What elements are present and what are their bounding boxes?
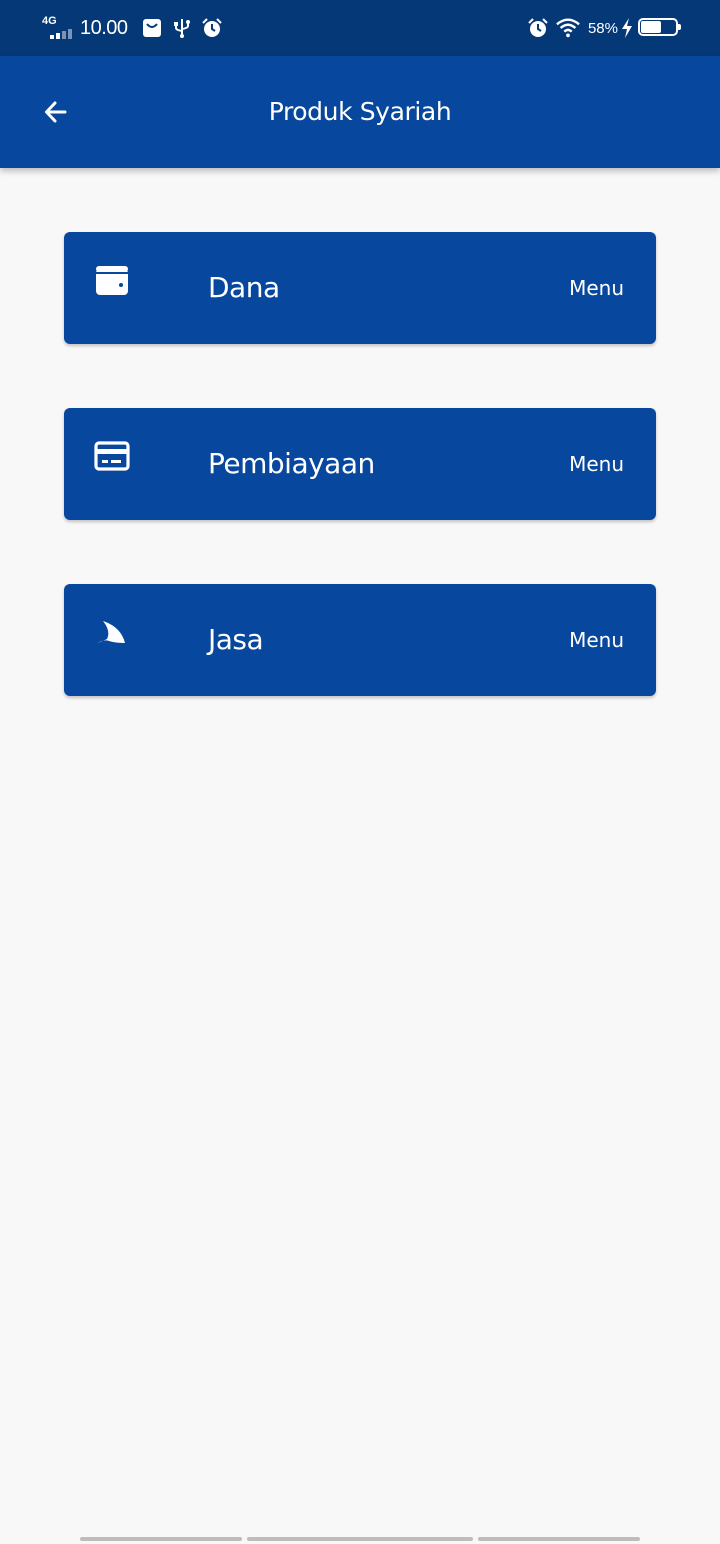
cellular-signal-icon: 4G <box>42 15 74 41</box>
menu-card-action: Menu <box>569 276 624 300</box>
shark-fin-icon <box>94 614 130 650</box>
menu-card-label: Jasa <box>208 623 264 656</box>
usb-icon <box>170 16 194 40</box>
menu-card-label: Dana <box>208 271 280 304</box>
menu-card-action: Menu <box>569 628 624 652</box>
credit-card-icon <box>94 438 130 474</box>
status-bar: 4G 10.00 58% <box>0 0 720 56</box>
menu-card-jasa[interactable]: Jasa Menu <box>64 584 656 696</box>
menu-card-action: Menu <box>569 452 624 476</box>
battery-percent: 58% <box>587 19 618 37</box>
menu-card-label: Pembiayaan <box>208 447 375 480</box>
app-bar: Produk Syariah <box>0 56 720 168</box>
page-title: Produk Syariah <box>268 97 452 126</box>
battery-icon <box>638 18 682 38</box>
alarm-icon <box>526 16 550 40</box>
charging-bolt-icon <box>620 16 634 40</box>
menu-card-pembiayaan[interactable]: Pembiayaan Menu <box>64 408 656 520</box>
network-type-label: 4G <box>42 15 57 27</box>
status-bar-left: 4G 10.00 <box>42 14 230 42</box>
wallet-icon <box>94 262 130 298</box>
clock-time: 10.00 <box>80 16 128 39</box>
menu-list: Dana Menu Pembiayaan Menu Jasa Menu <box>64 232 656 760</box>
alarm-icon <box>200 16 224 40</box>
navigation-gesture-bar <box>80 1537 640 1541</box>
status-bar-right: 58% <box>526 14 682 42</box>
menu-card-dana[interactable]: Dana Menu <box>64 232 656 344</box>
shopping-bag-icon <box>140 16 164 40</box>
battery-level-fill <box>641 21 661 33</box>
wifi-icon <box>556 16 580 40</box>
